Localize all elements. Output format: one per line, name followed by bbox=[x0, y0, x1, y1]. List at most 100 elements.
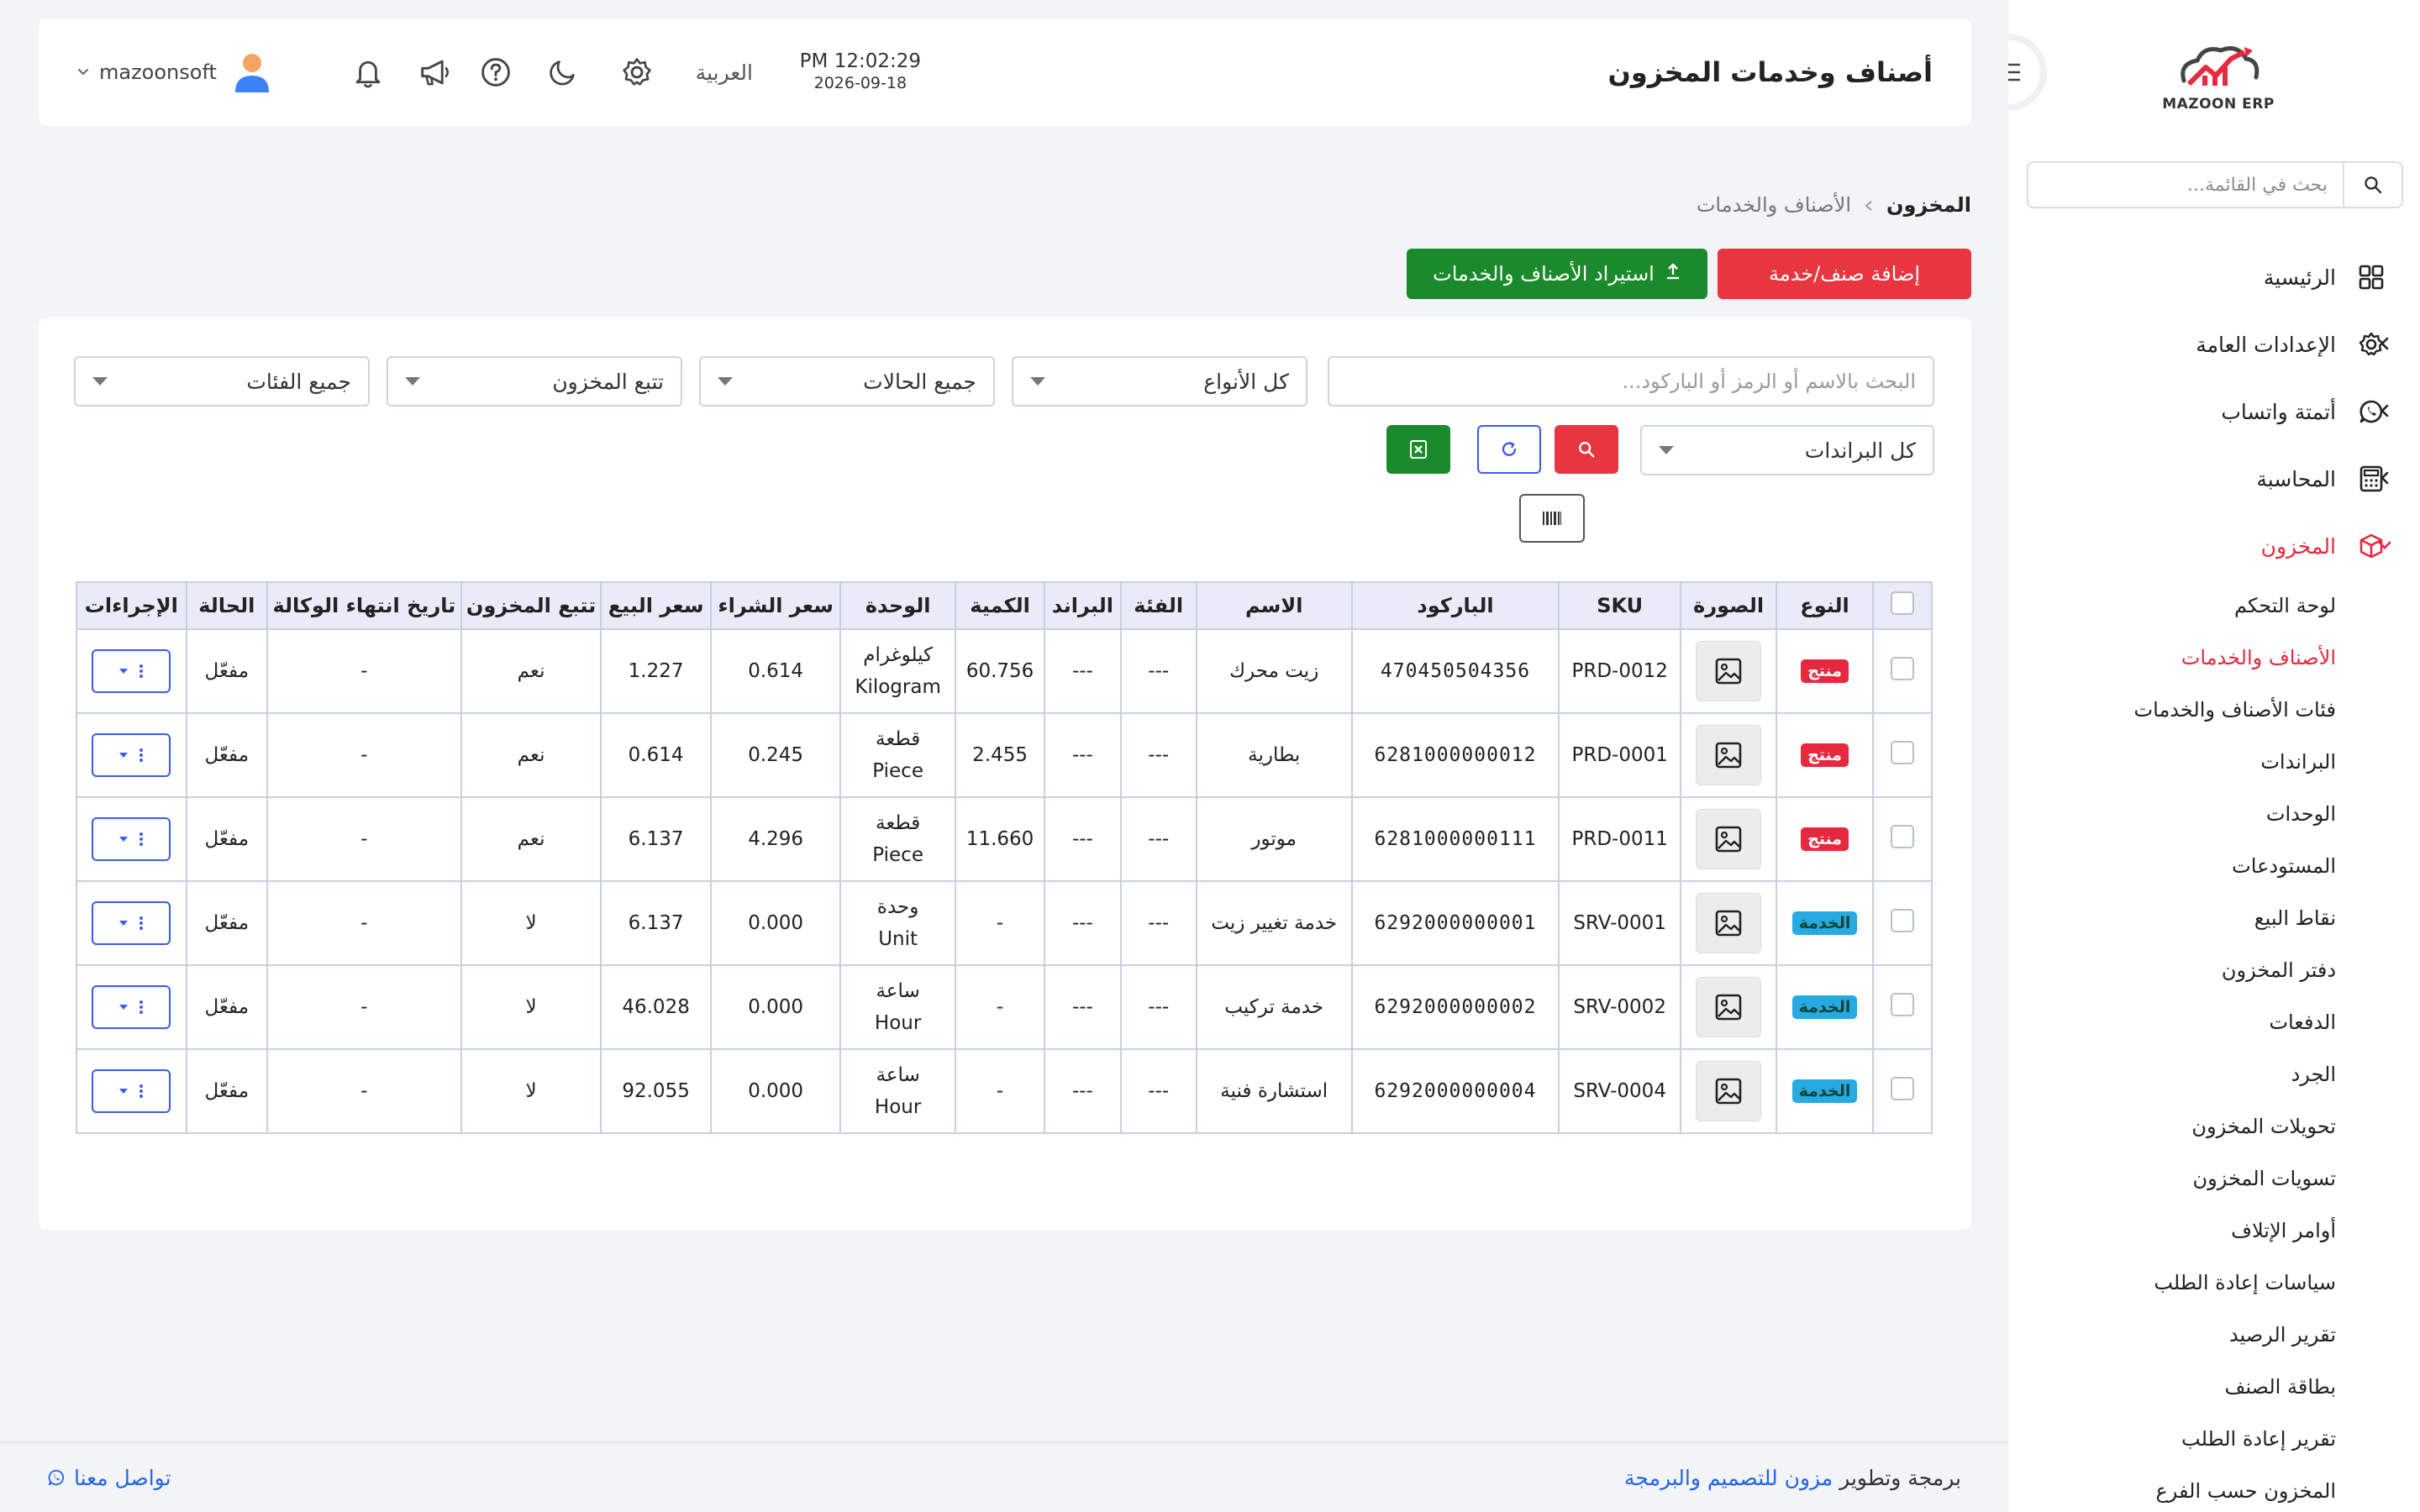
sidebar-subitem-balance-report[interactable]: تقرير الرصيد bbox=[2008, 1309, 2336, 1361]
row-actions-button[interactable] bbox=[92, 649, 171, 693]
row-checkbox[interactable] bbox=[1890, 825, 1914, 848]
th-tracking[interactable]: تتبع المخزون bbox=[460, 581, 602, 630]
import-items-button[interactable]: استيراد الأصناف والخدمات bbox=[1407, 249, 1707, 299]
tracking-filter-select[interactable]: تتبع المخزون bbox=[387, 356, 682, 407]
sidebar-search-input[interactable] bbox=[2028, 163, 2343, 207]
table-row[interactable]: منتج PRD-0011 6281000000111 موتور --- --- 11.6… bbox=[76, 796, 1933, 882]
sidebar-subitem-reorder-policies[interactable]: سياسات إعادة الطلب bbox=[2008, 1257, 2336, 1309]
row-checkbox[interactable] bbox=[1890, 657, 1914, 680]
row-actions-button[interactable] bbox=[92, 817, 171, 861]
th-brand[interactable]: البراند bbox=[1044, 581, 1122, 630]
th-quantity[interactable]: الكمية bbox=[954, 581, 1046, 630]
contact-link[interactable]: تواصل معنا bbox=[47, 1466, 171, 1490]
unit-ar: ساعة bbox=[876, 1064, 920, 1086]
sidebar-item-settings[interactable]: الإعدادات العامة bbox=[2008, 311, 2420, 378]
brand-filter-select[interactable]: كل البراندات bbox=[1640, 425, 1934, 475]
sidebar-item-home[interactable]: الرئيسية bbox=[2008, 244, 2420, 311]
type-filter-select[interactable]: كل الأنواع bbox=[1012, 356, 1307, 407]
image-placeholder-icon[interactable] bbox=[1696, 725, 1762, 785]
th-status[interactable]: الحالة bbox=[185, 581, 268, 630]
image-placeholder-icon[interactable] bbox=[1696, 641, 1762, 701]
row-checkbox[interactable] bbox=[1890, 993, 1914, 1016]
sidebar-toggle-button[interactable] bbox=[2008, 34, 2047, 111]
th-barcode[interactable]: الباركود bbox=[1350, 581, 1560, 630]
category-filter-select[interactable]: جميع الفئات bbox=[74, 356, 370, 407]
row-actions-button[interactable] bbox=[92, 1069, 171, 1113]
th-name[interactable]: الاسم bbox=[1195, 581, 1353, 630]
row-actions-button[interactable] bbox=[92, 733, 171, 777]
sidebar-item-whatsapp[interactable]: أتمتة واتساب bbox=[2008, 378, 2420, 445]
language-switch[interactable]: العربية bbox=[696, 60, 753, 85]
row-checkbox[interactable] bbox=[1890, 909, 1914, 932]
export-excel-button[interactable] bbox=[1386, 425, 1450, 474]
th-category[interactable]: الفئة bbox=[1119, 581, 1197, 630]
select-all-checkbox[interactable] bbox=[1890, 591, 1914, 615]
image-placeholder-icon[interactable] bbox=[1696, 1061, 1762, 1121]
image-placeholder-icon[interactable] bbox=[1696, 893, 1762, 953]
add-item-button[interactable]: إضافة صنف/خدمة bbox=[1718, 249, 1971, 299]
th-agency-expiry[interactable]: تاريخ انتهاء الوكالة bbox=[266, 581, 462, 630]
caret-down-icon bbox=[119, 1089, 129, 1094]
image-cell bbox=[1679, 1048, 1778, 1134]
help-icon[interactable] bbox=[477, 54, 514, 91]
table-row[interactable]: منتج PRD-0012 470450504356 زيت محرك --- --- 60… bbox=[76, 628, 1933, 714]
table-row[interactable]: الخدمة SRV-0004 6292000000004 استشارة فنية -… bbox=[76, 1048, 1933, 1134]
row-actions-button[interactable] bbox=[92, 985, 171, 1029]
brand-cell: --- bbox=[1044, 1048, 1122, 1134]
sidebar-subitem-categories[interactable]: فئات الأصناف والخدمات bbox=[2008, 684, 2336, 736]
sidebar-subitem-reorder-report[interactable]: تقرير إعادة الطلب bbox=[2008, 1413, 2336, 1465]
sidebar-subitem-stocktake[interactable]: الجرد bbox=[2008, 1048, 2336, 1100]
status-filter-select[interactable]: جميع الحالات bbox=[699, 356, 995, 407]
sidebar-subitem-item-card[interactable]: بطاقة الصنف bbox=[2008, 1361, 2336, 1413]
megaphone-icon[interactable] bbox=[417, 54, 454, 91]
category-filter-value: جميع الفئات bbox=[246, 369, 351, 394]
sidebar-subitem-pos[interactable]: نقاط البيع bbox=[2008, 892, 2336, 944]
app-logo[interactable]: MAZOON ERP bbox=[2151, 34, 2286, 118]
sidebar-subitem-disposals[interactable]: أوامر الإتلاف bbox=[2008, 1205, 2336, 1257]
settings-gear-icon[interactable] bbox=[618, 54, 655, 91]
th-sku[interactable]: SKU bbox=[1558, 581, 1681, 630]
search-button[interactable] bbox=[1555, 425, 1618, 474]
dark-mode-moon-icon[interactable] bbox=[544, 54, 581, 91]
th-sell-price[interactable]: سعر البيع bbox=[600, 581, 712, 630]
row-checkbox[interactable] bbox=[1890, 1077, 1914, 1100]
sidebar-subitem-by-branch[interactable]: المخزون حسب الفرع bbox=[2008, 1465, 2336, 1512]
sidebar-subitem-dashboard[interactable]: لوحة التحكم bbox=[2008, 580, 2336, 632]
table-row[interactable]: منتج PRD-0001 6281000000012 بطارية --- --- 2.4… bbox=[76, 712, 1933, 798]
table-row[interactable]: الخدمة SRV-0001 6292000000001 خدمة تغيير زي… bbox=[76, 880, 1933, 966]
sku-cell: PRD-0012 bbox=[1558, 628, 1681, 714]
th-type[interactable]: النوع bbox=[1776, 581, 1874, 630]
status-cell: مفعّل bbox=[185, 796, 268, 882]
sidebar-subitem-batches[interactable]: الدفعات bbox=[2008, 996, 2336, 1048]
th-buy-price[interactable]: سعر الشراء bbox=[709, 581, 842, 630]
credit-link[interactable]: مزون للتصميم والبرمجة bbox=[1624, 1466, 1833, 1490]
barcode-cell: 6292000000001 bbox=[1350, 880, 1560, 966]
sidebar-item-inventory[interactable]: المخزون bbox=[2008, 512, 2420, 580]
image-placeholder-icon[interactable] bbox=[1696, 977, 1762, 1037]
row-checkbox[interactable] bbox=[1890, 741, 1914, 764]
buy-price-cell: 0.000 bbox=[709, 1048, 842, 1134]
row-actions-button[interactable] bbox=[92, 901, 171, 945]
th-unit[interactable]: الوحدة bbox=[839, 581, 956, 630]
search-icon[interactable] bbox=[2343, 163, 2402, 207]
menu-lines-icon bbox=[2008, 63, 2021, 81]
sidebar-menu: الرئيسية الإعدادات العامة أتمتة واتساب ا… bbox=[2008, 244, 2420, 1512]
table-row[interactable]: الخدمة SRV-0002 6292000000002 خدمة تركيب ---… bbox=[76, 964, 1933, 1050]
breadcrumb-root[interactable]: المخزون bbox=[1886, 193, 1971, 217]
unit-cell: قطعة Piece bbox=[839, 796, 956, 882]
sidebar-subitem-adjustments[interactable]: تسويات المخزون bbox=[2008, 1152, 2336, 1205]
sidebar-subitem-items-services[interactable]: الأصناف والخدمات bbox=[2008, 632, 2336, 684]
bell-icon[interactable] bbox=[350, 54, 387, 91]
type-badge: الخدمة bbox=[1791, 995, 1858, 1019]
image-placeholder-icon[interactable] bbox=[1696, 809, 1762, 869]
sidebar-subitem-units[interactable]: الوحدات bbox=[2008, 788, 2336, 840]
items-search-input[interactable]: البحث بالاسم أو الرمز أو الباركود... bbox=[1328, 356, 1934, 407]
barcode-scan-button[interactable] bbox=[1519, 494, 1585, 543]
sidebar-subitem-ledger[interactable]: دفتر المخزون bbox=[2008, 944, 2336, 996]
sidebar-subitem-warehouses[interactable]: المستودعات bbox=[2008, 840, 2336, 892]
user-menu[interactable]: mazoonsoft bbox=[77, 50, 272, 94]
reset-button[interactable] bbox=[1477, 425, 1541, 474]
sidebar-item-accounting[interactable]: المحاسبة bbox=[2008, 445, 2420, 512]
sidebar-subitem-transfers[interactable]: تحويلات المخزون bbox=[2008, 1100, 2336, 1152]
sidebar-subitem-brands[interactable]: البراندات bbox=[2008, 736, 2336, 788]
